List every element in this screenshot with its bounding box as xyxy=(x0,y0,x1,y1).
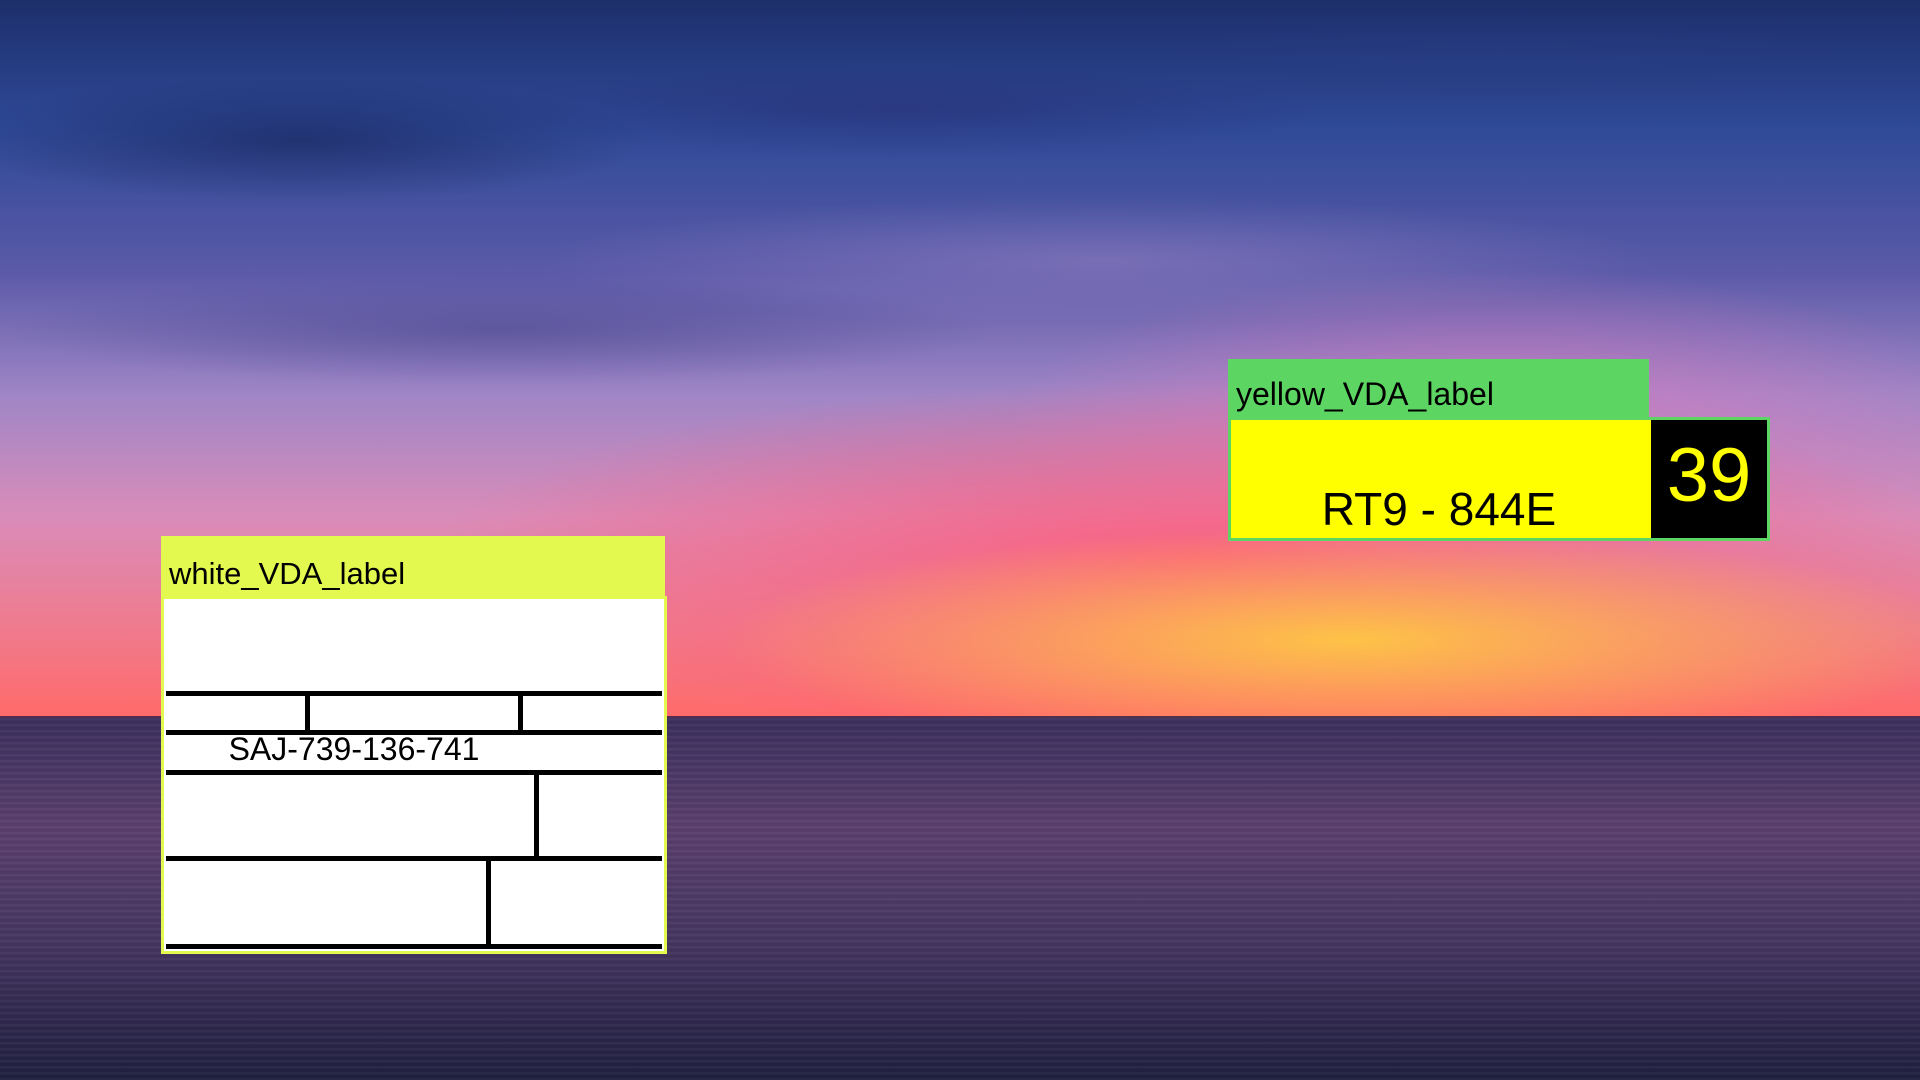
white-vda-label-body: SAJ-739-136-741 xyxy=(161,596,667,954)
yellow-vda-label-body: RT9 - 844E 39 xyxy=(1228,417,1770,541)
label-divider xyxy=(166,944,662,949)
yellow-vda-label-tag: yellow_VDA_label xyxy=(1228,359,1649,421)
label-divider xyxy=(305,694,310,732)
white-vda-label-code: SAJ-739-136-741 xyxy=(228,731,480,767)
label-divider xyxy=(534,773,539,859)
yellow-vda-label-code: RT9 - 844E xyxy=(1321,483,1557,535)
yellow-vda-label-number: 39 xyxy=(1651,420,1767,538)
white-vda-label-tag-text: white_VDA_label xyxy=(169,556,406,591)
white-vda-label: white_VDA_label SAJ-739-136-741 xyxy=(161,536,667,954)
yellow-vda-label: yellow_VDA_label RT9 - 844E 39 xyxy=(1228,359,1770,543)
yellow-vda-label-tag-text: yellow_VDA_label xyxy=(1236,376,1494,412)
white-vda-label-tag: white_VDA_label xyxy=(161,536,665,598)
label-divider xyxy=(166,770,662,775)
label-divider xyxy=(486,859,491,947)
label-divider xyxy=(518,694,523,732)
label-divider xyxy=(166,691,662,696)
label-divider xyxy=(166,856,662,861)
